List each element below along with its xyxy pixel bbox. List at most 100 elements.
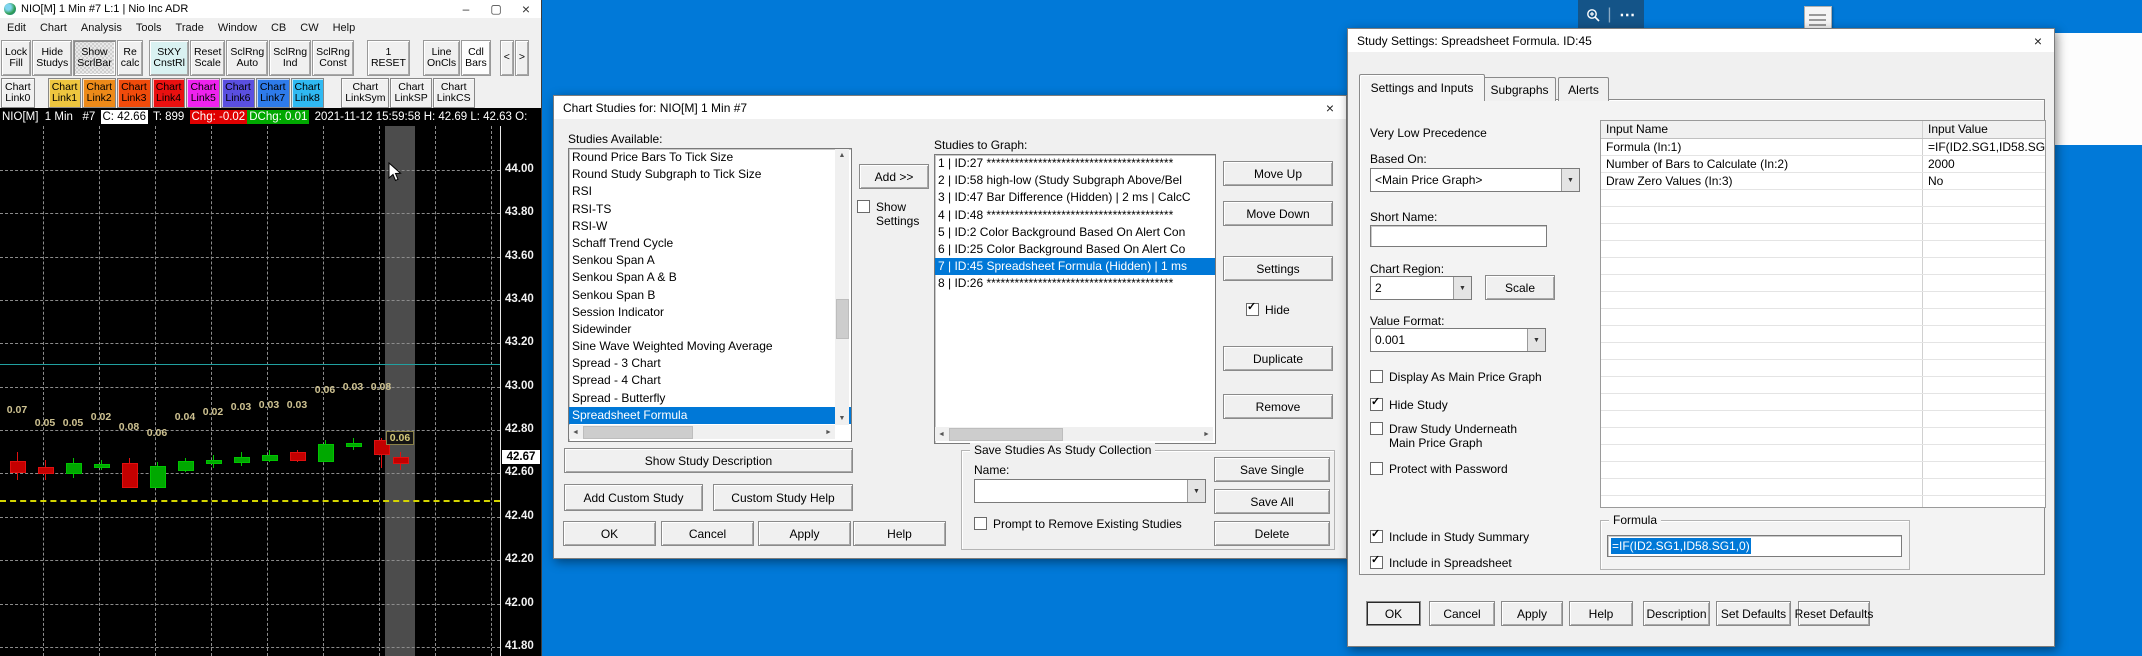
menu-item-chart[interactable]: Chart (33, 20, 74, 36)
show-settings-checkbox[interactable]: Show Settings (857, 200, 927, 228)
tab-settings-and-inputs[interactable]: Settings and Inputs (1359, 74, 1485, 101)
chart-area[interactable]: 0.07 0.05 0.05 0.02 0.08 0.06 0.04 0.02 0.03 0.03… (0, 126, 541, 656)
apply-button[interactable]: Apply (758, 521, 851, 546)
magnifier-plus-icon[interactable] (1586, 8, 1600, 22)
move-up-button[interactable]: Move Up (1223, 161, 1333, 186)
menu-item-window[interactable]: Window (211, 20, 264, 36)
checkbox-box[interactable]: ✓ (1370, 554, 1383, 569)
table-row[interactable]: Number of Bars to Calculate (In:2) 2000 (1601, 156, 2045, 173)
close-icon[interactable]: × (2022, 29, 2054, 52)
toolbar-button-<[interactable]: < (499, 39, 514, 76)
toolbar-button-line[interactable]: Line OnCls (422, 39, 461, 76)
price-scale[interactable]: 44.00 43.80 43.60 43.40 43.20 43.00 42.80 42.60… (500, 126, 541, 656)
list-item[interactable]: 1 | ID:27 ******************************… (935, 155, 1215, 172)
inputs-table[interactable]: Input Name Input Value Formula (In:1) =IF(I… (1600, 120, 2046, 508)
list-item[interactable]: Sidewinder (569, 321, 851, 338)
chart-link-button-link7[interactable]: Chart Link7 (255, 77, 290, 108)
checkbox-box[interactable]: ✓ (1370, 396, 1383, 411)
menu-item-trade[interactable]: Trade (169, 20, 211, 36)
set-defaults-button[interactable]: Set Defaults (1716, 601, 1791, 626)
chevron-down-icon[interactable]: ▼ (1187, 480, 1205, 502)
checkbox-box[interactable] (1370, 370, 1383, 383)
list-item[interactable]: RSI-TS (569, 201, 851, 218)
toolbar-button->[interactable]: > (514, 39, 530, 76)
checkbox-display[interactable]: Display As Main Price Graph (1370, 370, 1570, 384)
list-item[interactable]: Senkou Span B (569, 287, 851, 304)
save-single-button[interactable]: Save Single (1214, 457, 1330, 482)
save-all-button[interactable]: Save All (1214, 489, 1330, 514)
list-item[interactable]: RSI-W (569, 218, 851, 235)
toolbar-button-hide[interactable]: Hide Studys (32, 39, 73, 76)
checkbox-include[interactable]: ✓ Include in Study Summary (1370, 528, 1590, 544)
description-button[interactable]: Description (1643, 601, 1710, 626)
add-button[interactable]: Add >> (859, 164, 929, 189)
duplicate-button[interactable]: Duplicate (1223, 346, 1333, 371)
checkbox-box[interactable] (1370, 462, 1383, 475)
based-on-combobox[interactable]: <Main Price Graph> ▼ (1370, 168, 1580, 192)
checkbox-hide[interactable]: ✓ Hide Study (1370, 396, 1570, 412)
chart-link-button-link2[interactable]: Chart Link2 (82, 77, 117, 108)
chart-link-button-link6[interactable]: Chart Link6 (221, 77, 255, 108)
help-button[interactable]: Help (853, 521, 946, 546)
list-item[interactable]: Round Study Subgraph to Tick Size (569, 166, 851, 183)
list-item[interactable]: Senkou Span A & B (569, 269, 851, 286)
list-item[interactable]: 3 | ID:47 Bar Difference (Hidden) | 2 ms… (935, 189, 1215, 206)
studies-to-graph-list[interactable]: 1 | ID:27 ******************************… (934, 154, 1216, 444)
scale-button[interactable]: Scale (1485, 275, 1555, 300)
chart-link-button-link3[interactable]: Chart Link3 (117, 77, 151, 108)
cancel-button[interactable]: Cancel (1429, 601, 1495, 626)
toolbar-button-reset[interactable]: Reset Scale (189, 39, 226, 76)
remove-button[interactable]: Remove (1223, 394, 1333, 419)
minimize-icon[interactable]: – (451, 0, 481, 18)
chart-window-titlebar[interactable]: NIO[M] 1 Min #7 L:1 | Nio Inc ADR – ▢ × (0, 0, 541, 18)
study-settings-titlebar[interactable]: Study Settings: Spreadsheet Formula. ID:… (1348, 29, 2054, 52)
list-item[interactable]: Spreadsheet Formula (569, 406, 851, 424)
vertical-scrollbar[interactable]: ▲ ▼ (835, 149, 849, 425)
add-custom-study-button[interactable]: Add Custom Study (564, 484, 703, 511)
horizontal-scrollbar[interactable]: ◄ ► (569, 425, 835, 439)
list-item[interactable]: Sine Wave Weighted Moving Average (569, 338, 851, 355)
scroll-thumb[interactable] (836, 299, 849, 339)
toolbar-button-re[interactable]: Re calc (116, 39, 144, 76)
chart-link-button-linksp[interactable]: Chart LinkSP (390, 77, 432, 108)
checkbox-draw[interactable]: Draw Study Underneath Main Price Graph (1370, 422, 1570, 450)
scroll-right-icon[interactable]: ► (822, 425, 835, 439)
table-row[interactable]: Draw Zero Values (In:3) No (1601, 173, 2045, 190)
list-item[interactable]: Spread - 3 Chart (569, 355, 851, 372)
list-item[interactable]: Spread - Butterfly (569, 390, 851, 407)
prompt-remove-checkbox[interactable]: Prompt to Remove Existing Studies (974, 517, 1182, 531)
help-button[interactable]: Help (1569, 601, 1633, 626)
toolbar-button-stxy[interactable]: StXY CnstRl (149, 39, 189, 76)
list-item[interactable]: Spread - 4 Chart (569, 372, 851, 389)
checkbox-include[interactable]: ✓ Include in Spreadsheet (1370, 554, 1590, 570)
list-item[interactable]: 6 | ID:25 Color Background Based On Aler… (935, 241, 1215, 258)
toolbar-button-sclrng[interactable]: SclRng Const (312, 39, 354, 76)
checkbox-box[interactable] (1370, 422, 1383, 435)
chart-link-button-linkcs[interactable]: Chart LinkCS (432, 77, 475, 108)
toolbar-button-sclrng[interactable]: SclRng Auto (226, 39, 269, 76)
scroll-left-icon[interactable]: ◄ (935, 427, 948, 441)
chart-link-button-linksym[interactable]: Chart LinkSym (341, 77, 390, 108)
table-row[interactable]: Formula (In:1) =IF(ID2.SG1,ID58.SG1,0) (1601, 139, 2045, 156)
value-format-combobox[interactable]: 0.001 ▼ (1370, 328, 1546, 352)
toolbar-button-show[interactable]: Show ScrlBar (73, 39, 116, 76)
apply-button[interactable]: Apply (1501, 601, 1563, 626)
list-item[interactable]: 5 | ID:2 Color Background Based On Alert… (935, 224, 1215, 241)
list-item[interactable]: 7 | ID:45 Spreadsheet Formula (Hidden) |… (935, 258, 1215, 276)
ellipsis-icon[interactable]: ⋯ (1619, 5, 1636, 25)
scroll-right-icon[interactable]: ► (1200, 427, 1213, 441)
menu-item-cw[interactable]: CW (293, 20, 325, 36)
list-item[interactable]: RSI (569, 183, 851, 200)
cancel-button[interactable]: Cancel (661, 521, 754, 546)
list-item[interactable]: 2 | ID:58 high-low (Study Subgraph Above… (935, 172, 1215, 189)
show-study-description-button[interactable]: Show Study Description (564, 448, 853, 473)
snip-toolbar[interactable]: | ⋯ (1578, 0, 1644, 30)
reset-defaults-button[interactable]: Reset Defaults (1795, 601, 1873, 626)
custom-study-help-button[interactable]: Custom Study Help (713, 484, 853, 511)
ok-button[interactable]: OK (1366, 601, 1421, 626)
studies-available-list[interactable]: Round Price Bars To Tick Size Round Study… (568, 148, 852, 442)
scroll-thumb[interactable] (949, 428, 1063, 441)
chart-link-button-link5[interactable]: Chart Link5 (186, 77, 221, 108)
list-item[interactable]: Session Indicator (569, 304, 851, 321)
menu-item-cb[interactable]: CB (264, 20, 293, 36)
